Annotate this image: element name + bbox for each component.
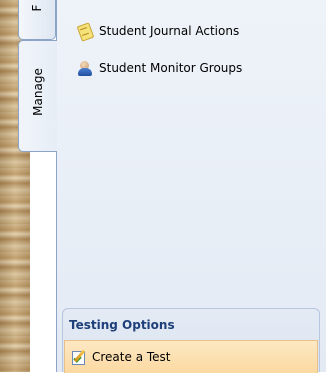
student-journal-actions-label: Student Journal Actions (99, 24, 240, 38)
create-a-test-item[interactable]: Create a Test (64, 340, 318, 373)
tab-f[interactable]: F (18, 0, 56, 40)
journal-icon (77, 23, 93, 39)
student-journal-actions-item[interactable]: Student Journal Actions (77, 21, 239, 41)
create-a-test-label: Create a Test (92, 350, 171, 364)
testing-options-panel: Testing Options Create a Test (62, 308, 320, 373)
testing-options-header: Testing Options (69, 318, 175, 332)
create-test-icon (71, 349, 87, 365)
student-monitor-groups-item[interactable]: Student Monitor Groups (77, 58, 242, 78)
tab-manage-label: Manage (31, 68, 45, 116)
monitor-groups-icon (77, 60, 93, 76)
student-monitor-groups-label: Student Monitor Groups (99, 61, 243, 75)
tab-f-label: F (30, 4, 44, 12)
tab-manage[interactable]: Manage (18, 40, 57, 152)
